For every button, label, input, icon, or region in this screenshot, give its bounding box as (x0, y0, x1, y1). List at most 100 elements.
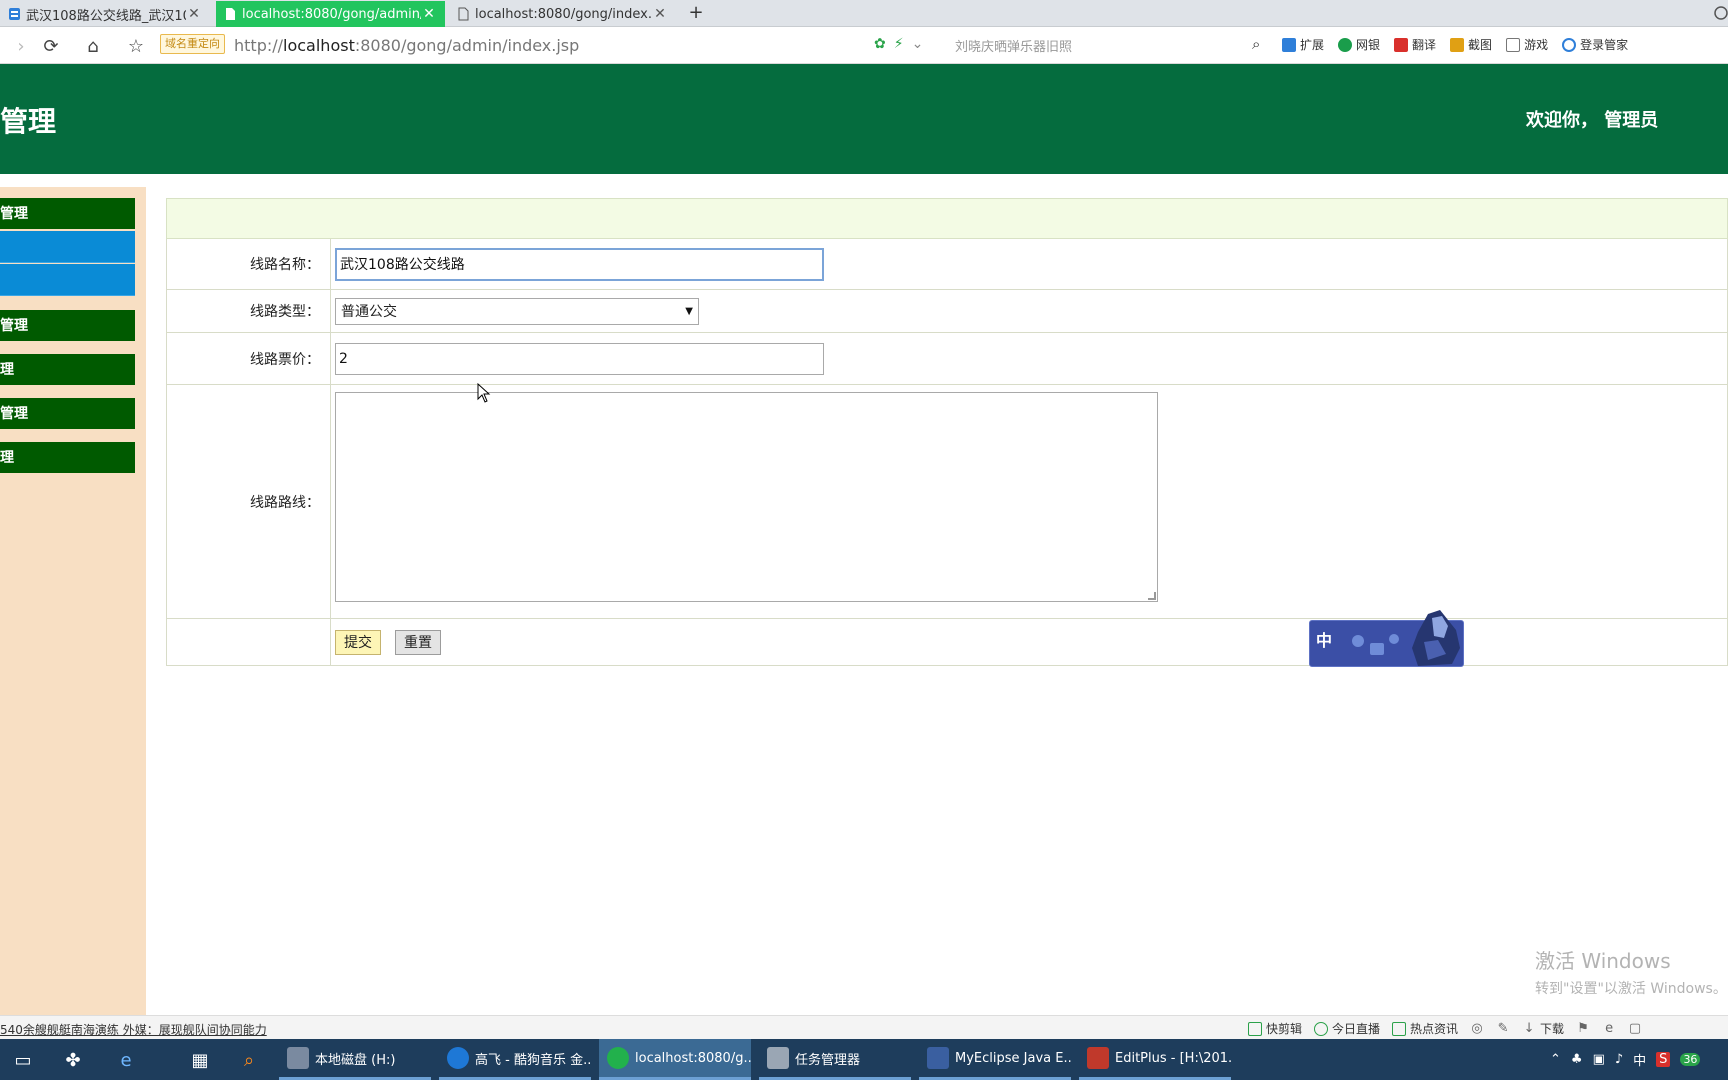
task-view-icon[interactable]: ▭ (10, 1047, 36, 1073)
app-title: 管理 (0, 105, 57, 138)
watermark-title: 激活 Windows (1535, 949, 1671, 973)
system-tray: ⌃ ♣ ▣ ♪ 中 S 36 (1550, 1039, 1701, 1080)
tray-app-icon[interactable]: ♣ (1571, 1052, 1583, 1067)
ie-icon[interactable]: e (113, 1047, 139, 1073)
key-icon (1562, 37, 1577, 52)
taskbar-app[interactable]: EditPlus - [H:\201... (1079, 1039, 1231, 1080)
window-icon[interactable]: ▢ (1628, 1021, 1642, 1036)
route-name-label: 线路名称： (167, 239, 331, 289)
pin-icon[interactable]: ✎ (1496, 1021, 1510, 1036)
extension-label: 扩展 (1300, 38, 1325, 52)
route-type-label: 线路类型： (167, 290, 331, 332)
security-icon[interactable]: ✿ (874, 36, 886, 52)
tab-bus-route[interactable]: 武汉108路公交线路_武汉108路 ✕ (0, 1, 210, 27)
submit-button[interactable]: 提交 (335, 629, 381, 655)
extension-label: 游戏 (1524, 38, 1549, 52)
taskbar-app[interactable]: MyEclipse Java E... (919, 1039, 1071, 1080)
search-icon[interactable]: ⌕ (1252, 35, 1260, 53)
fare-row: 线路票价： (166, 333, 1728, 385)
redirect-badge[interactable]: 域名重定向 (160, 34, 225, 54)
app-launcher-icon[interactable]: ✤ (60, 1047, 86, 1073)
extension-item[interactable]: 网银 (1338, 36, 1380, 53)
taskbar-app[interactable]: 高飞 - 酷狗音乐 金... (439, 1039, 591, 1080)
tab-close-icon[interactable]: ✕ (652, 6, 668, 22)
flag-icon[interactable]: ⚑ (1576, 1021, 1590, 1036)
new-tab-button[interactable]: + (686, 3, 706, 23)
status-item-quick-edit[interactable]: 快剪辑 (1248, 1020, 1302, 1037)
route-name-input[interactable] (335, 247, 824, 281)
sidebar-item[interactable]: 理 (0, 354, 135, 386)
tab-index[interactable]: localhost:8080/gong/index.a ✕ (449, 1, 676, 27)
sidebar-subitem[interactable] (0, 264, 135, 296)
route-form: 线路名称： 线路类型： 普通公交 ▼ 线路票价： 线路路线： (166, 198, 1728, 666)
sidebar-subitem[interactable] (0, 231, 135, 263)
status-item-live[interactable]: 今日直播 (1314, 1020, 1380, 1037)
taskbar-app[interactable]: 任务管理器 (759, 1039, 911, 1080)
status-label: 快剪辑 (1266, 1022, 1303, 1036)
tab-close-icon[interactable]: ✕ (186, 6, 202, 22)
browser-status-bar: 540余艘舰艇南海演练 外媒：展现舰队间协同能力 快剪辑 今日直播 热点资讯 ◎… (0, 1015, 1728, 1039)
kugou-icon (447, 1047, 469, 1069)
fare-input[interactable] (335, 342, 824, 375)
tray-ime[interactable]: 中 (1633, 1050, 1646, 1069)
bank-icon (1338, 37, 1353, 52)
ie-icon[interactable]: e (1602, 1021, 1616, 1036)
tray-expand-icon[interactable]: ⌃ (1550, 1052, 1561, 1067)
speed-icon[interactable]: ◎ (1470, 1021, 1484, 1036)
status-label: 今日直播 (1332, 1022, 1381, 1036)
tab-admin-index[interactable]: localhost:8080/gong/admin/i ✕ (216, 1, 445, 27)
mouse-cursor-icon (477, 383, 491, 403)
home-icon[interactable]: ⌂ (82, 35, 104, 57)
status-actions: 快剪辑 今日直播 热点资讯 ◎ ✎ ↓ 下载 ⚑ e ▢ (1248, 1020, 1642, 1037)
url-field[interactable]: http://localhost:8080/gong/admin/index.j… (234, 36, 579, 55)
sidebar-item[interactable]: 理 (0, 442, 135, 474)
fare-label: 线路票价： (167, 333, 331, 384)
sogou-icon[interactable]: S (1656, 1052, 1671, 1067)
sidebar-item[interactable]: 管理 (0, 198, 135, 230)
taskbar-app[interactable]: localhost:8080/g... (599, 1039, 751, 1080)
volume-icon[interactable]: ♪ (1615, 1052, 1623, 1067)
watermark-subtitle: 转到"设置"以激活 Windows。 (1535, 981, 1727, 997)
extension-item[interactable]: 截图 (1450, 36, 1492, 53)
reload-icon[interactable]: ⟳ (40, 35, 62, 57)
lightning-icon[interactable]: ⚡ (894, 36, 904, 52)
page-icon (226, 8, 235, 20)
status-item-download[interactable]: ↓ 下载 (1522, 1020, 1564, 1037)
chevron-down-icon[interactable]: ⌄ (912, 36, 924, 52)
extension-item[interactable]: 游戏 (1506, 36, 1548, 53)
forward-icon[interactable]: › (10, 35, 32, 57)
bookmark-star-icon[interactable]: ☆ (125, 35, 147, 57)
search-icon[interactable]: ⌕ (236, 1047, 262, 1073)
device-manager-icon[interactable]: ▦ (187, 1047, 213, 1073)
sidebar: 管理 管理 理 管理 理 (0, 187, 146, 1015)
page-icon (458, 7, 469, 21)
resize-handle-icon[interactable] (1148, 592, 1156, 600)
news-link[interactable]: 540余艘舰艇南海演练 外媒：展现舰队间协同能力 (0, 1021, 267, 1038)
url-prefix: http:// (234, 36, 284, 55)
extension-item[interactable]: 扩展 (1282, 36, 1324, 53)
sidebar-item[interactable]: 管理 (0, 310, 135, 342)
dropdown-arrow-icon: ▼ (685, 305, 693, 317)
tab-close-icon[interactable]: ✕ (421, 6, 437, 22)
tab-menu-icon[interactable] (1712, 4, 1728, 22)
sidebar-item[interactable]: 管理 (0, 398, 135, 430)
extension-label: 网银 (1356, 38, 1381, 52)
route-type-select[interactable]: 普通公交 ▼ (335, 297, 699, 325)
taskbar-app-label: MyEclipse Java E... (955, 1050, 1071, 1066)
live-icon (1314, 1021, 1329, 1036)
extension-label: 翻译 (1412, 38, 1437, 52)
route-name-row: 线路名称： (166, 239, 1728, 290)
taskbar-app[interactable]: 本地磁盘 (H:) (279, 1039, 431, 1080)
network-icon[interactable]: ▣ (1593, 1052, 1605, 1067)
site-favicon-icon (9, 8, 20, 20)
search-input[interactable]: 刘晓庆晒弹乐器旧照 (955, 36, 1255, 55)
drive-icon (287, 1047, 309, 1069)
extension-item[interactable]: 翻译 (1394, 36, 1436, 53)
path-textarea[interactable] (335, 392, 1158, 602)
tray-badge[interactable]: 36 (1680, 1053, 1701, 1066)
taskbar-app-label: 高飞 - 酷狗音乐 金... (475, 1052, 591, 1068)
status-item-news[interactable]: 热点资讯 (1392, 1020, 1458, 1037)
extension-item[interactable]: 登录管家 (1562, 36, 1628, 53)
url-host: localhost (283, 36, 355, 55)
reset-button[interactable]: 重置 (395, 629, 441, 655)
